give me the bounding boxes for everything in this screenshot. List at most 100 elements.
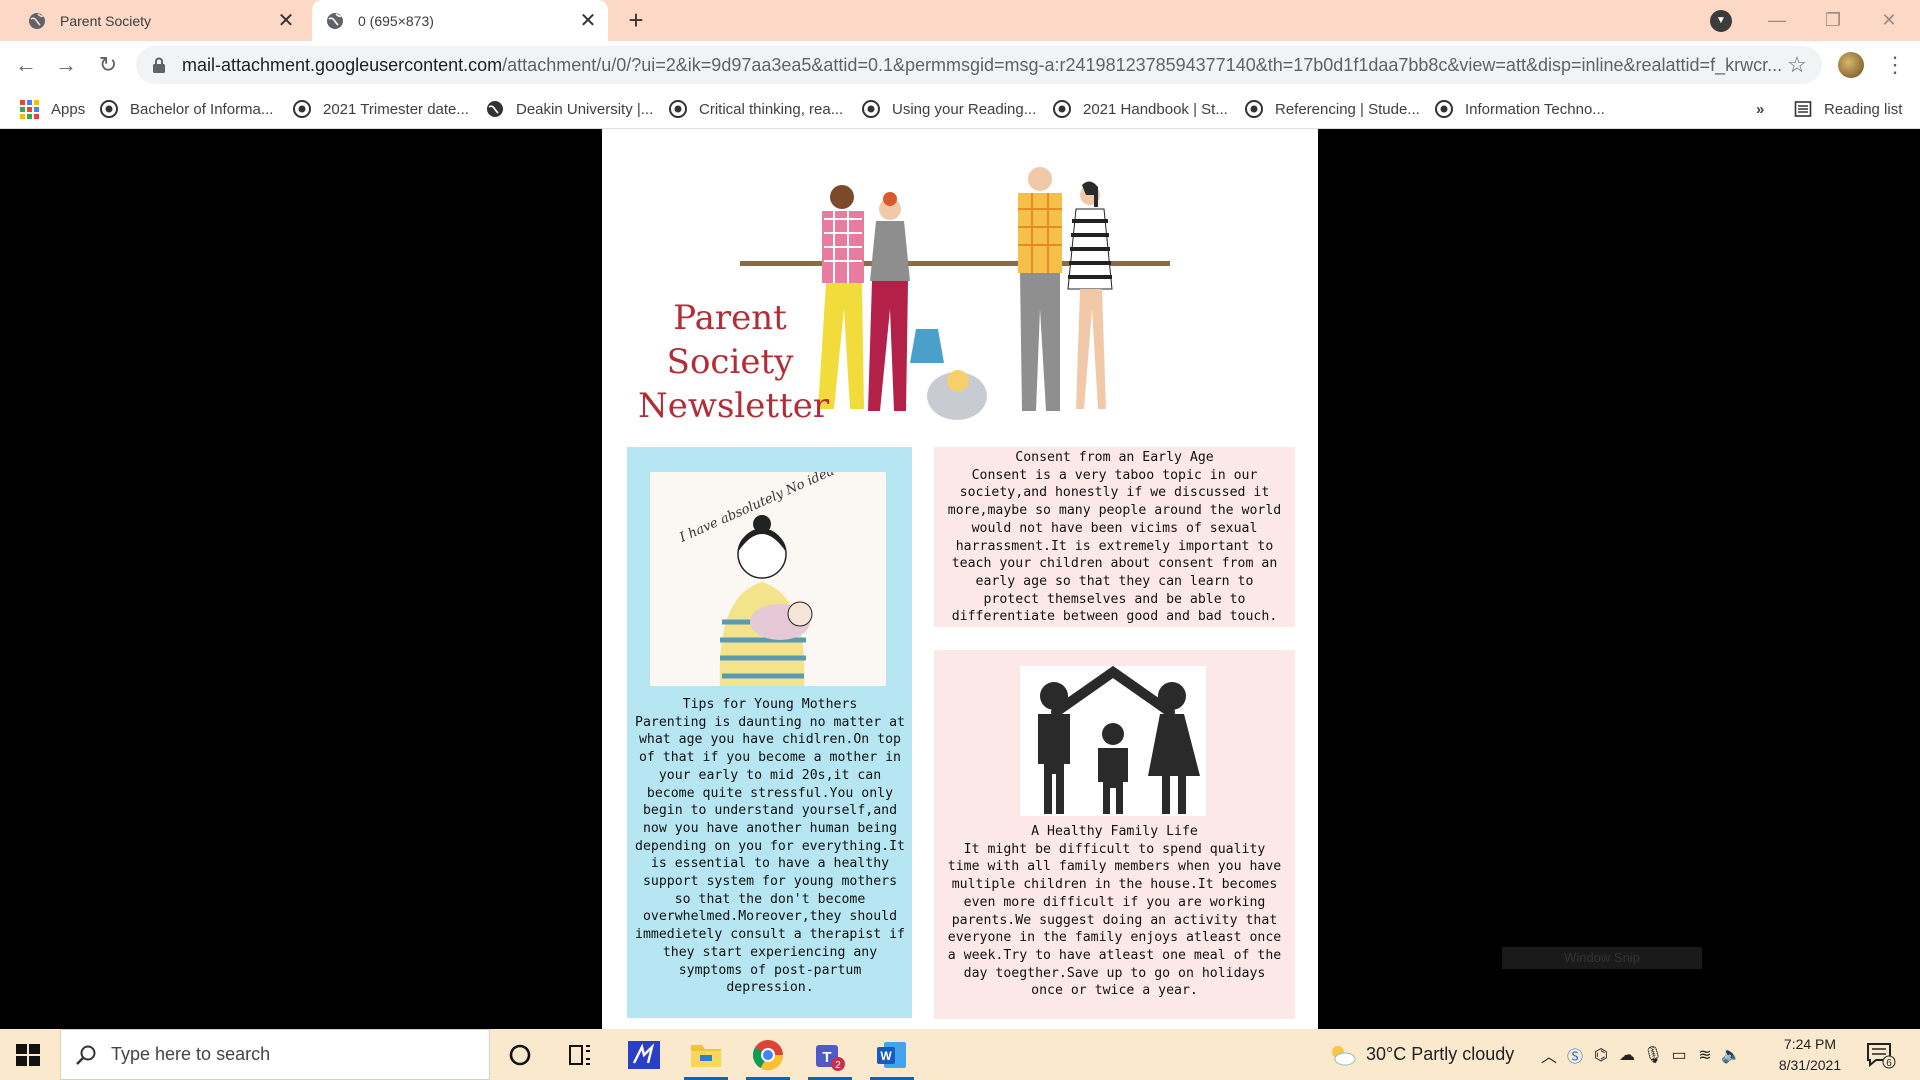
teams-icon[interactable]: T2 [812, 1037, 848, 1073]
family-house-drawing [1038, 665, 1200, 814]
deakin-icon [1245, 100, 1263, 118]
restore-button[interactable]: ❐ [1810, 4, 1856, 36]
deakin-icon [1053, 100, 1071, 118]
image-viewer: Parent Society Newsletter I have absolut… [0, 129, 1920, 1029]
reload-icon[interactable]: ↻ [94, 51, 122, 79]
bookmark-item[interactable]: 2021 Handbook | St... [1053, 97, 1228, 121]
handwritten-caption: I have absolutely No idea what I'm doing… [677, 472, 886, 546]
minimize-button[interactable]: — [1754, 4, 1800, 36]
microphone-icon[interactable]: 🎙 [1640, 1045, 1666, 1065]
globe-icon [29, 12, 45, 29]
deakin-icon [100, 100, 118, 118]
bookmark-label: Using your Reading... [892, 100, 1037, 118]
article-title: A Healthy Family Life [1031, 824, 1198, 839]
article-body: It might be difficult to spend quality t… [947, 841, 1282, 999]
close-tab-icon[interactable]: ✕ [274, 9, 298, 33]
clock-time: 7:24 PM [1783, 1036, 1837, 1052]
bookmark-item[interactable]: Deakin University |... [486, 97, 653, 121]
close-window-button[interactable]: ✕ [1866, 4, 1912, 36]
address-bar[interactable]: mail-attachment.googleusercontent.com/at… [136, 46, 1822, 84]
weather-widget[interactable]: 30°C Partly cloudy [1328, 1029, 1514, 1080]
browser-toolbar: ← → ↻ mail-attachment.googleusercontent.… [0, 41, 1920, 89]
bookmark-item[interactable]: Referencing | Stude... [1245, 97, 1420, 121]
bookmarks-bar: Apps Bachelor of Informa... 2021 Trimest… [0, 89, 1920, 129]
url-text: mail-attachment.googleusercontent.com/at… [182, 55, 1784, 76]
article-family-life: A Healthy Family Life It might be diffic… [944, 823, 1285, 1000]
notification-center-icon[interactable]: 6 [1866, 1041, 1896, 1069]
bookmark-label: Referencing | Stude... [1275, 100, 1420, 118]
onedrive-icon[interactable]: ☁ [1614, 1045, 1640, 1065]
article-card-family-life: A Healthy Family Life It might be diffic… [934, 650, 1295, 1019]
chrome-icon[interactable] [750, 1037, 786, 1073]
title-line: Newsletter [638, 386, 830, 426]
mother-with-baby-drawing: I have absolutely No idea what I'm doing… [677, 420, 934, 686]
bookmark-label: Deakin University |... [516, 100, 654, 118]
file-explorer-icon[interactable] [688, 1037, 724, 1073]
cortana-icon[interactable] [502, 1037, 538, 1073]
partly-cloudy-icon [1332, 1045, 1356, 1065]
volume-icon[interactable]: 🔈 [1718, 1045, 1744, 1065]
search-placeholder: Type here to search [111, 1044, 271, 1064]
title-line: Society [666, 342, 794, 382]
app-icon-blue[interactable] [626, 1037, 662, 1073]
new-tab-button[interactable]: + [622, 6, 650, 34]
window-snip-hint: Window Snip [1502, 947, 1702, 969]
mother-illustration: I have absolutely No idea what I'm doing… [650, 420, 934, 686]
bookmark-item[interactable]: Critical thinking, rea... [669, 97, 843, 121]
bookmark-apps[interactable]: Apps [20, 97, 85, 121]
bookmark-item[interactable]: 2021 Trimester date... [293, 97, 469, 121]
url-path: /attachment/u/0/?ui=2&ik=9d97aa3ea5&atti… [502, 54, 1783, 75]
bookmark-item[interactable]: Information Techno... [1435, 97, 1605, 121]
skype-icon[interactable]: Ⓢ [1562, 1043, 1588, 1067]
battery-icon[interactable]: ▭ [1666, 1045, 1692, 1065]
windows-start-icon[interactable] [14, 1041, 42, 1069]
back-arrow-icon[interactable]: ← [12, 51, 40, 79]
taskbar-search-box[interactable]: Type here to search [60, 1029, 490, 1080]
newsletter-title: Parent Society Newsletter [638, 296, 830, 428]
task-view-icon[interactable] [562, 1037, 598, 1073]
deakin-icon [293, 100, 311, 118]
notification-count: 6 [1886, 1058, 1892, 1069]
bookmark-label: Critical thinking, rea... [699, 100, 844, 118]
menu-kebab-icon[interactable]: ⋮ [1884, 51, 1906, 79]
search-icon [76, 1045, 96, 1065]
deakin-icon [1435, 100, 1453, 118]
tab-image[interactable]: 0 (695×873) ✕ [312, 0, 608, 41]
reading-list-icon [1794, 101, 1812, 117]
deakin-icon [862, 100, 880, 118]
newsletter-image: Parent Society Newsletter I have absolut… [602, 129, 1318, 1029]
extension-icon[interactable] [1838, 52, 1864, 78]
deakin-icon [669, 100, 687, 118]
apps-grid-icon [20, 99, 39, 119]
meet-now-icon[interactable]: ⌬ [1588, 1045, 1614, 1065]
forward-arrow-icon[interactable]: → [52, 51, 80, 79]
wifi-icon[interactable]: ≋ [1692, 1045, 1718, 1065]
globe-icon [327, 12, 343, 29]
reading-list-button[interactable]: Reading list [1794, 97, 1902, 121]
taskbar-clock[interactable]: 7:24 PM 8/31/2021 [1760, 1034, 1860, 1076]
title-line: Parent [673, 298, 787, 338]
tab-strip: Parent Society ✕ 0 (695×873) ✕ + ▼ — ❐ ✕ [0, 0, 1920, 41]
article-consent: Consent from an Early Age Consent is a v… [944, 449, 1285, 626]
bookmark-star-icon[interactable]: ☆ [1784, 52, 1810, 78]
lock-icon [153, 57, 165, 73]
tab-title: Parent Society [60, 12, 152, 29]
close-tab-icon[interactable]: ✕ [576, 9, 600, 33]
url-host: mail-attachment.googleusercontent.com [182, 54, 503, 75]
tab-title: 0 (695×873) [358, 12, 434, 29]
reading-list-label: Reading list [1824, 100, 1903, 118]
article-title: Tips for Young Mothers [682, 697, 858, 712]
svg-text:T: T [822, 1049, 831, 1066]
tab-search-icon[interactable]: ▼ [1710, 10, 1732, 32]
bookmark-label: 2021 Handbook | St... [1083, 100, 1228, 118]
show-hidden-icons-icon[interactable]: ︿ [1536, 1043, 1562, 1067]
bookmark-item[interactable]: Using your Reading... [862, 97, 1036, 121]
tab-parent-society[interactable]: Parent Society ✕ [14, 0, 306, 41]
word-icon[interactable]: W [874, 1037, 910, 1073]
article-title: Consent from an Early Age [1015, 450, 1214, 465]
bookmark-label: Apps [51, 100, 86, 118]
globe-icon [487, 101, 503, 117]
more-bookmarks-button[interactable]: » [1756, 97, 1764, 121]
bookmark-label: Information Techno... [1465, 100, 1605, 118]
bookmark-item[interactable]: Bachelor of Informa... [100, 97, 273, 121]
